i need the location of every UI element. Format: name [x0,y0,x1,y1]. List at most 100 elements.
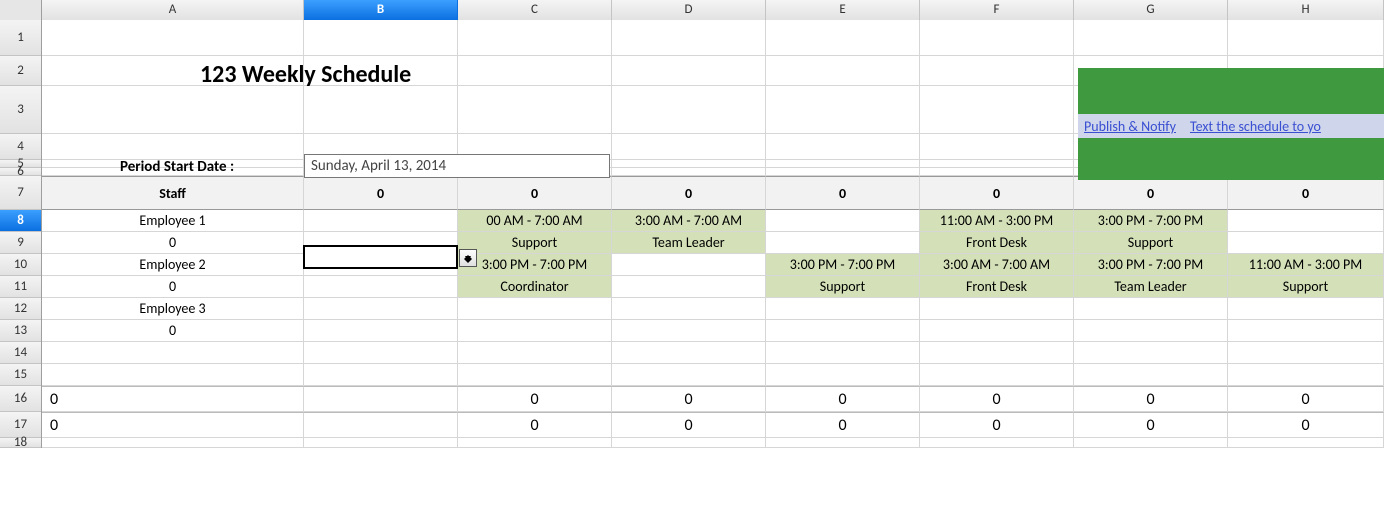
cell[interactable] [304,342,458,364]
cell[interactable] [766,20,920,56]
cell[interactable] [1074,364,1228,386]
cell[interactable] [920,438,1074,448]
header-day-5[interactable]: 0 [1074,176,1228,210]
totals-cell[interactable]: 0 [766,386,920,412]
row-header-7[interactable]: 7 [0,176,41,210]
cell[interactable] [612,160,766,168]
header-day-6[interactable]: 0 [1228,176,1384,210]
cell[interactable] [612,438,766,448]
cell[interactable] [920,168,1074,176]
totals-cell[interactable]: 0 [766,412,920,438]
row-header-10[interactable]: 10 [0,254,41,276]
cell[interactable] [612,56,766,86]
shift-time[interactable]: 3:00 PM - 7:00 PM [458,254,612,276]
shift-role[interactable]: Support [766,276,920,298]
cell[interactable] [304,276,458,298]
row-header-18[interactable]: 18 [0,438,41,448]
cell[interactable] [304,210,458,232]
shift-role[interactable]: Coordinator [458,276,612,298]
shift-role[interactable]: Front Desk [920,232,1074,254]
header-day-3[interactable]: 0 [766,176,920,210]
shift-time[interactable]: 3:00 PM - 7:00 PM [1074,210,1228,232]
cell[interactable] [920,160,1074,168]
cell[interactable] [304,20,458,56]
cell[interactable] [304,86,458,134]
totals-cell[interactable]: 0 [1074,412,1228,438]
row-header-14[interactable]: 14 [0,342,41,364]
cell[interactable] [920,56,1074,86]
cell[interactable] [42,342,304,364]
row-header-1[interactable]: 1 [0,20,41,56]
cell[interactable] [1074,20,1228,56]
cell[interactable] [458,298,612,320]
cell[interactable] [920,342,1074,364]
row-header-13[interactable]: 13 [0,320,41,342]
period-start-date-input[interactable]: Sunday, April 13, 2014 [304,154,610,178]
shift-role[interactable]: Team Leader [1074,276,1228,298]
header-staff[interactable]: Staff [42,176,304,210]
cell[interactable] [1228,298,1384,320]
totals-cell[interactable]: 0 [1228,386,1384,412]
cell[interactable] [42,438,304,448]
cell[interactable] [458,342,612,364]
cell[interactable] [920,20,1074,56]
cell[interactable] [458,320,612,342]
cell[interactable] [612,276,766,298]
row-header-2[interactable]: 2 [0,56,41,86]
totals-cell[interactable]: 0 [612,386,766,412]
cell[interactable] [1074,438,1228,448]
row-header-3[interactable]: 3 [0,86,41,134]
cell[interactable] [42,20,304,56]
cell[interactable] [1228,364,1384,386]
totals-cell[interactable]: 0 [1228,412,1384,438]
cell[interactable] [458,86,612,134]
totals-cell[interactable]: 0 [920,386,1074,412]
cell[interactable] [766,320,920,342]
totals-cell[interactable]: 0 [42,386,304,412]
cell[interactable] [766,342,920,364]
cell[interactable] [304,364,458,386]
cell[interactable] [766,56,920,86]
row-header-8[interactable]: 8 [0,210,41,232]
header-day-1[interactable]: 0 [458,176,612,210]
cell[interactable] [1228,210,1384,232]
shift-role[interactable]: Front Desk [920,276,1074,298]
totals-cell[interactable] [304,386,458,412]
row-header-11[interactable]: 11 [0,276,41,298]
header-day-0[interactable]: 0 [304,176,458,210]
cell[interactable] [766,364,920,386]
cell[interactable] [42,86,304,134]
cell[interactable] [304,232,458,254]
cell[interactable] [766,298,920,320]
cell[interactable] [304,320,458,342]
totals-cell[interactable]: 0 [1074,386,1228,412]
cell[interactable] [766,232,920,254]
row-header-6[interactable]: 6 [0,168,41,176]
shift-role[interactable]: Support [1074,232,1228,254]
row-header-9[interactable]: 9 [0,232,41,254]
select-all-corner[interactable] [0,0,42,20]
totals-cell[interactable]: 0 [920,412,1074,438]
cell[interactable] [1228,320,1384,342]
cell[interactable] [1074,320,1228,342]
totals-cell[interactable]: 0 [612,412,766,438]
cell[interactable] [612,320,766,342]
cell[interactable] [612,298,766,320]
cell[interactable] [458,364,612,386]
shift-time[interactable]: 11:00 AM - 3:00 PM [920,210,1074,232]
cell-dropdown-button[interactable] [459,249,477,267]
staff-sub[interactable]: 0 [42,276,304,298]
cell[interactable] [1228,342,1384,364]
col-header-E[interactable]: E [766,0,920,20]
col-header-H[interactable]: H [1228,0,1384,20]
cell[interactable] [920,298,1074,320]
shift-role[interactable]: Support [1228,276,1384,298]
shift-time[interactable]: 3:00 AM - 7:00 AM [612,210,766,232]
cell[interactable] [304,298,458,320]
col-header-B[interactable]: B [304,0,458,20]
totals-cell[interactable]: 0 [42,412,304,438]
col-header-F[interactable]: F [920,0,1074,20]
text-schedule-link[interactable]: Text the schedule to yo [1190,118,1321,135]
cell[interactable] [612,168,766,176]
shift-role[interactable]: Team Leader [612,232,766,254]
